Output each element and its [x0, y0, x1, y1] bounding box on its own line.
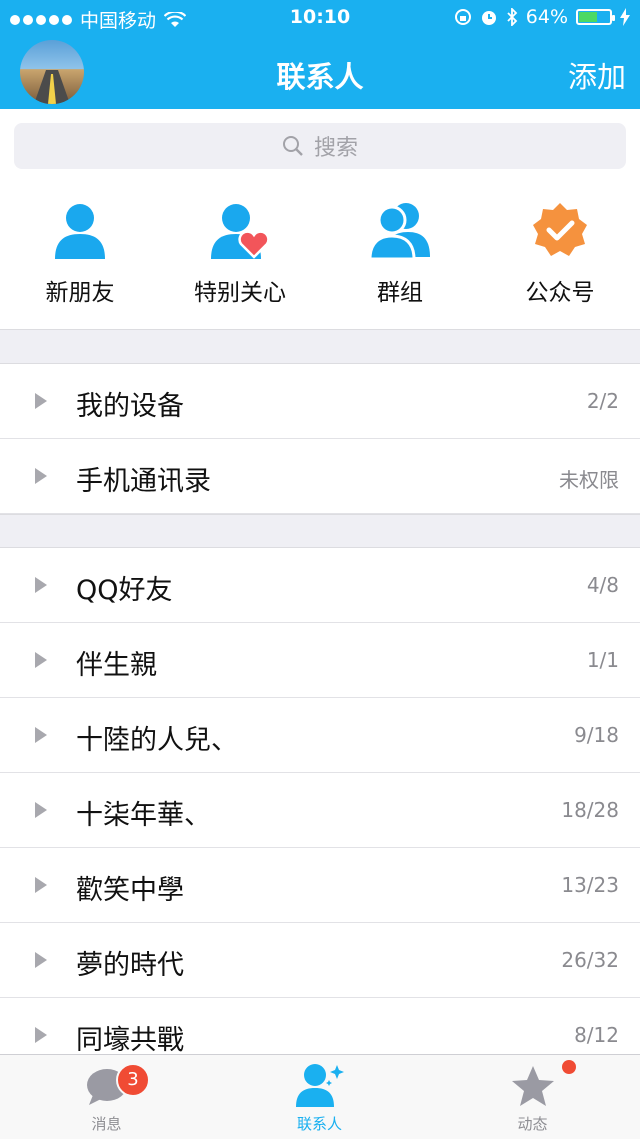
list-item-name: 我的设备: [76, 391, 184, 422]
section-divider: [0, 514, 640, 548]
quick-label: 公众号: [525, 280, 595, 306]
tab-bar: 3 消息 联系人 动态: [0, 1054, 640, 1139]
nav-bar: 联系人 添加: [0, 36, 640, 109]
tab-contacts[interactable]: 联系人: [213, 1055, 426, 1139]
contacts-icon: [295, 1064, 344, 1107]
expand-arrow-icon: [35, 393, 47, 409]
list-item-phone-contacts[interactable]: 手机通讯录 未权限: [0, 439, 640, 514]
expand-arrow-icon: [35, 468, 47, 484]
expand-arrow-icon: [35, 877, 47, 893]
bluetooth-icon: [507, 8, 518, 26]
tab-label: 消息: [91, 1115, 122, 1133]
tab-label: 联系人: [296, 1115, 342, 1133]
expand-arrow-icon: [35, 1027, 47, 1043]
person-icon: [55, 204, 105, 259]
group-count: 13/23: [561, 873, 619, 897]
group-row[interactable]: QQ好友 4/8: [0, 548, 640, 623]
group-name: 十柒年華、: [76, 800, 211, 831]
section-divider: [0, 329, 640, 364]
group-count: 9/18: [574, 723, 619, 747]
page-title: 联系人: [276, 60, 364, 94]
quick-label: 新朋友: [45, 280, 115, 306]
notification-dot: [562, 1060, 576, 1074]
group-count: 26/32: [561, 948, 619, 972]
group-row[interactable]: 十柒年華、 18/28: [0, 773, 640, 848]
group-name: 夢的時代: [76, 950, 184, 981]
battery-icon: [576, 9, 615, 25]
group-name: 伴生親: [76, 650, 157, 681]
verified-badge-icon: [533, 203, 587, 256]
group-name: QQ好友: [76, 575, 173, 606]
group-name: 歡笑中學: [76, 875, 184, 906]
alarm-icon: [481, 11, 496, 25]
tab-feed[interactable]: 动态: [426, 1055, 639, 1139]
list-item-name: 手机通讯录: [76, 466, 211, 497]
list-item-count: 未权限: [559, 468, 619, 492]
group-row[interactable]: 十陸的人兒、 9/18: [0, 698, 640, 773]
unread-badge: 3: [116, 1063, 150, 1097]
search-placeholder: 搜索: [313, 136, 358, 161]
expand-arrow-icon: [35, 577, 47, 593]
group-count: 1/1: [586, 648, 619, 672]
search-icon: [282, 136, 303, 156]
quick-groups[interactable]: 群组: [320, 201, 480, 307]
group-count: 18/28: [561, 798, 619, 822]
group-row[interactable]: 歡笑中學 13/23: [0, 848, 640, 923]
expand-arrow-icon: [35, 952, 47, 968]
expand-arrow-icon: [35, 652, 47, 668]
battery-percent: 64%: [525, 6, 568, 28]
expand-arrow-icon: [35, 802, 47, 818]
charging-icon: [620, 8, 630, 26]
add-button[interactable]: 添加: [568, 54, 626, 96]
group-icon: [368, 203, 430, 259]
group-count: 8/12: [574, 1023, 619, 1047]
search-area: 搜索 新朋友 特别关心 群组 公众号: [0, 109, 640, 329]
expand-arrow-icon: [35, 727, 47, 743]
list-item-count: 2/2: [586, 389, 619, 413]
group-name: 同壕共戰: [76, 1025, 184, 1056]
quick-special-care[interactable]: 特别关心: [160, 201, 320, 307]
rotation-lock-icon: [454, 9, 471, 25]
group-row[interactable]: 伴生親 1/1: [0, 623, 640, 698]
list-item-devices[interactable]: 我的设备 2/2: [0, 364, 640, 439]
tab-label: 动态: [517, 1115, 548, 1133]
status-right: 64%: [454, 6, 630, 28]
quick-public-accounts[interactable]: 公众号: [480, 201, 640, 307]
group-name: 十陸的人兒、: [76, 725, 238, 756]
quick-label: 群组: [377, 280, 423, 306]
search-input[interactable]: 搜索: [14, 123, 626, 169]
status-bar: 中国移动 10:10 64%: [0, 0, 640, 36]
group-count: 4/8: [586, 573, 619, 597]
tab-messages[interactable]: 3 消息: [0, 1055, 213, 1139]
quick-new-friends[interactable]: 新朋友: [0, 201, 160, 307]
quick-label: 特别关心: [194, 280, 286, 306]
person-heart-icon: [211, 204, 270, 259]
group-row[interactable]: 夢的時代 26/32: [0, 923, 640, 998]
star-icon: [511, 1066, 554, 1106]
